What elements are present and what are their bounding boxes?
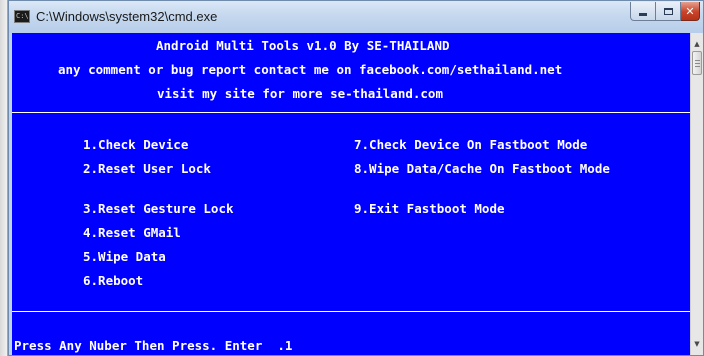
separator-line (12, 112, 690, 113)
cmd-app-icon[interactable]: C:\ (14, 10, 30, 23)
menu-item-7: 7.Check Device On Fastboot Mode (354, 137, 588, 152)
separator-line (12, 311, 690, 312)
cmd-window: C:\ C:\Windows\system32\cmd.exe ✕ Androi… (8, 0, 704, 356)
background-window-edge (0, 0, 8, 356)
header-site: visit my site for more se-thailand.com (157, 86, 443, 101)
input-prompt[interactable]: Press Any Nuber Then Press. Enter .1 (14, 338, 292, 354)
close-icon: ✕ (685, 4, 695, 18)
menu-item-2: 2.Reset User Lock (83, 161, 211, 176)
window-title: C:\Windows\system32\cmd.exe (36, 9, 218, 24)
menu-item-9: 9.Exit Fastboot Mode (354, 201, 505, 216)
header-contact: any comment or bug report contact me on … (58, 62, 563, 77)
scrollbar-thumb[interactable] (692, 51, 702, 75)
menu-item-5: 5.Wipe Data (83, 249, 166, 264)
grip-icon (694, 59, 700, 68)
scroll-up-icon[interactable]: ▲ (691, 37, 703, 51)
menu-item-3: 3.Reset Gesture Lock (83, 201, 234, 216)
header-title: Android Multi Tools v1.0 By SE-THAILAND (156, 38, 450, 53)
maximize-icon (663, 7, 673, 15)
menu-item-1: 1.Check Device (83, 137, 189, 152)
menu-item-6: 6.Reboot (83, 273, 144, 288)
scroll-down-icon[interactable]: ▼ (691, 337, 703, 351)
app-icon-glyph: C:\ (16, 12, 29, 20)
close-button[interactable]: ✕ (681, 2, 700, 21)
minimize-icon (639, 12, 647, 16)
vertical-scrollbar[interactable]: ▲ ▼ (690, 33, 703, 355)
maximize-button[interactable] (656, 2, 681, 21)
menu-item-8: 8.Wipe Data/Cache On Fastboot Mode (354, 161, 610, 176)
console-output[interactable]: Android Multi Tools v1.0 By SE-THAILAND … (12, 33, 690, 355)
title-bar[interactable]: C:\ C:\Windows\system32\cmd.exe ✕ (9, 1, 703, 33)
minimize-button[interactable] (630, 2, 656, 21)
menu-item-4: 4.Reset GMail (83, 225, 181, 240)
